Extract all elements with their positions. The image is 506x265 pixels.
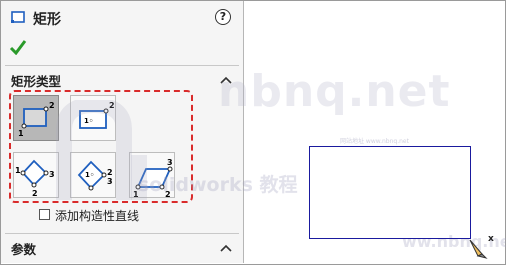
watermark-text: nbnq.net <box>218 66 451 117</box>
3-point-corner-rectangle-button[interactable]: 1 3 2 <box>13 152 59 198</box>
panel-title: 矩形 <box>33 12 61 28</box>
point-label: 1 <box>15 166 21 175</box>
pencil-cursor-icon: x <box>469 234 494 259</box>
section-title-params: 参数 <box>11 242 37 257</box>
ok-check-icon[interactable] <box>9 39 27 55</box>
cursor-label: x <box>488 234 494 244</box>
point-label: 1 <box>18 129 24 138</box>
panel-header: 矩形 ? <box>9 7 235 29</box>
rectangle-icon <box>11 11 25 23</box>
watermark-subtitle: solidworks 教程 <box>138 174 298 196</box>
section-title-rect-type: 矩形类型 <box>11 74 62 89</box>
corner-rectangle-button[interactable]: 2 1 <box>13 95 59 141</box>
sketched-rectangle[interactable] <box>309 146 471 239</box>
divider <box>5 65 239 66</box>
divider <box>5 233 239 234</box>
chevron-up-icon[interactable] <box>219 243 233 253</box>
point-label: 2 <box>32 189 38 198</box>
help-icon[interactable]: ? <box>215 9 231 25</box>
add-construction-lines-checkbox[interactable] <box>39 209 50 220</box>
watermark-small-text: 网站地址 www.nbnq.net <box>340 138 409 145</box>
